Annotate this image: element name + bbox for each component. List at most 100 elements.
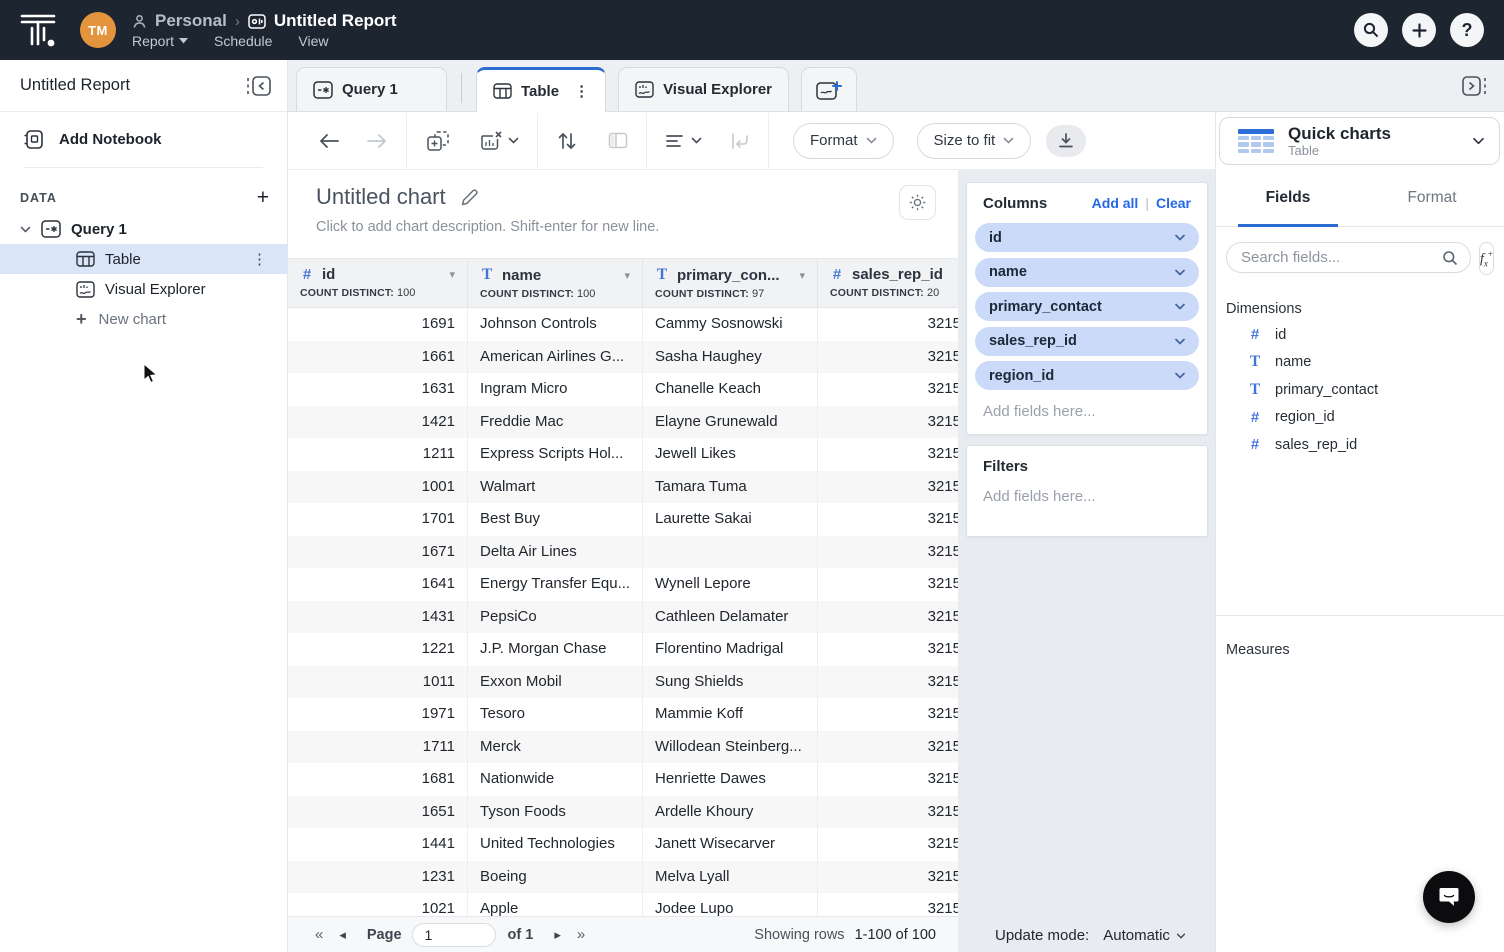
- gear-icon: [908, 193, 927, 212]
- column-pill-primary_contact[interactable]: primary_contact: [975, 292, 1199, 321]
- chart-settings-button[interactable]: [899, 185, 936, 220]
- sort-button[interactable]: [550, 125, 584, 157]
- table-row[interactable]: 1701Best BuyLaurette Sakai3215: [288, 503, 958, 536]
- edit-pencil-icon[interactable]: [460, 188, 479, 207]
- chart-title[interactable]: Untitled chart: [316, 184, 446, 210]
- table-row[interactable]: 1211Express Scripts Hol...Jewell Likes32…: [288, 438, 958, 471]
- download-button[interactable]: [1046, 125, 1086, 157]
- table-row[interactable]: 1681NationwideHenriette Dawes3215: [288, 763, 958, 796]
- table-row[interactable]: 1001WalmartTamara Tuma3215: [288, 471, 958, 504]
- redo-button[interactable]: [360, 127, 394, 155]
- page-number-input[interactable]: [412, 923, 496, 947]
- table-row[interactable]: 1231BoeingMelva Lyall3215: [288, 861, 958, 894]
- breadcrumb-workspace[interactable]: Personal: [155, 11, 227, 31]
- field-item-sales_rep_id[interactable]: #sales_rep_id: [1216, 431, 1504, 459]
- add-notebook-button[interactable]: Add Notebook: [0, 112, 287, 165]
- column-header-primary_con[interactable]: Tprimary_con...▾COUNT DISTINCT: 97: [643, 259, 818, 307]
- column-header-sales_rep_id[interactable]: #sales_rep_idCOUNT DISTINCT: 20: [818, 259, 958, 307]
- field-item-primary_contact[interactable]: Tprimary_contact: [1216, 376, 1504, 404]
- menu-view[interactable]: View: [298, 33, 328, 49]
- sidebar-item-table[interactable]: Table ⋮: [0, 244, 287, 274]
- undo-button[interactable]: [312, 127, 346, 155]
- quick-charts-selector[interactable]: Quick charts Table: [1219, 117, 1500, 165]
- filters-add-fields-placeholder[interactable]: Add fields here...: [975, 475, 1199, 513]
- tab-fields[interactable]: Fields: [1216, 170, 1360, 226]
- table-row[interactable]: 1671Delta Air Lines3215: [288, 536, 958, 569]
- column-pill-name[interactable]: name: [975, 258, 1199, 287]
- format-button[interactable]: Format: [793, 123, 894, 159]
- divider: [1216, 615, 1504, 616]
- update-mode-select[interactable]: Automatic: [1103, 927, 1186, 944]
- help-button[interactable]: ?: [1450, 13, 1484, 47]
- tab-menu-icon[interactable]: ⋮: [574, 82, 589, 100]
- add-all-link[interactable]: Add all: [1092, 195, 1139, 211]
- expand-panel-icon[interactable]: [1460, 74, 1490, 98]
- tab-format[interactable]: Format: [1360, 170, 1504, 226]
- menu-schedule[interactable]: Schedule: [214, 33, 272, 49]
- support-chat-button[interactable]: [1423, 871, 1475, 923]
- chevron-down-icon: [1176, 933, 1186, 939]
- column-menu-caret[interactable]: ▾: [624, 269, 630, 282]
- sidebar-item-visual-explorer[interactable]: Visual Explorer: [0, 274, 287, 304]
- table-row[interactable]: 1021AppleJodee Lupo3215: [288, 893, 958, 916]
- table-row[interactable]: 1971TesoroMammie Koff3215: [288, 698, 958, 731]
- column-pill-region_id[interactable]: region_id: [975, 361, 1199, 390]
- menu-report[interactable]: Report: [132, 33, 188, 49]
- column-pill-sales_rep_id[interactable]: sales_rep_id: [975, 327, 1199, 356]
- collapse-sidebar-icon[interactable]: [245, 74, 273, 98]
- table-row[interactable]: 1631Ingram MicroChanelle Keach3215: [288, 373, 958, 406]
- sidebar-item-query1[interactable]: Query 1: [0, 214, 287, 244]
- avatar[interactable]: TM: [80, 12, 116, 48]
- search-fields-box[interactable]: [1226, 242, 1471, 273]
- tab-visual-explorer[interactable]: Visual Explorer: [618, 67, 789, 111]
- remove-column-button[interactable]: [473, 124, 525, 158]
- previous-page-button[interactable]: ◂: [332, 927, 353, 943]
- field-item-name[interactable]: Tname: [1216, 349, 1504, 377]
- freeze-table-icon: [608, 132, 628, 149]
- freeze-column-button[interactable]: [602, 126, 634, 155]
- table-row[interactable]: 1441United TechnologiesJanett Wisecarver…: [288, 828, 958, 861]
- add-chart-tab-button[interactable]: [801, 67, 857, 111]
- app-logo-icon[interactable]: [18, 10, 58, 50]
- breadcrumb-report-title[interactable]: Untitled Report: [274, 11, 397, 31]
- add-formula-button[interactable]: fx+: [1479, 242, 1494, 275]
- tab-table[interactable]: Table ⋮: [476, 67, 606, 112]
- table-row[interactable]: 1651Tyson FoodsArdelle Khoury3215: [288, 796, 958, 829]
- table-icon: [76, 251, 95, 267]
- column-menu-caret[interactable]: ▾: [799, 269, 805, 282]
- search-button[interactable]: [1354, 13, 1388, 47]
- column-menu-caret[interactable]: ▾: [449, 268, 455, 281]
- add-column-button[interactable]: [419, 124, 457, 158]
- align-button[interactable]: [659, 127, 708, 155]
- field-item-region_id[interactable]: #region_id: [1216, 404, 1504, 432]
- last-page-button[interactable]: »: [568, 926, 594, 943]
- text-wrap-button[interactable]: [724, 126, 756, 156]
- columns-add-fields-placeholder[interactable]: Add fields here...: [975, 390, 1199, 428]
- field-item-id[interactable]: #id: [1216, 321, 1504, 349]
- add-data-button[interactable]: +: [257, 190, 269, 206]
- new-chart-button[interactable]: + New chart: [0, 304, 287, 334]
- clear-link[interactable]: Clear: [1156, 195, 1191, 211]
- column-header-name[interactable]: Tname▾COUNT DISTINCT: 100: [468, 259, 643, 307]
- next-page-button[interactable]: ▸: [547, 927, 568, 943]
- table-row[interactable]: 1011Exxon MobilSung Shields3215: [288, 666, 958, 699]
- table-row[interactable]: 1641Energy Transfer Equ...Wynell Lepore3…: [288, 568, 958, 601]
- table-cell: Ardelle Khoury: [643, 796, 818, 829]
- table-row[interactable]: 1431PepsiCoCathleen Delamater3215: [288, 601, 958, 634]
- search-fields-input[interactable]: [1239, 248, 1442, 267]
- column-pill-id[interactable]: id: [975, 223, 1199, 252]
- chart-description-placeholder[interactable]: Click to add chart description. Shift-en…: [316, 219, 958, 235]
- table-row[interactable]: 1661American Airlines G...Sasha Haughey3…: [288, 341, 958, 374]
- table-cell: Janett Wisecarver: [643, 828, 818, 861]
- table-row[interactable]: 1711MerckWillodean Steinberg...3215: [288, 731, 958, 764]
- add-button[interactable]: [1402, 13, 1436, 47]
- tab-query1[interactable]: Query 1: [296, 67, 447, 111]
- size-to-fit-button[interactable]: Size to fit: [917, 123, 1032, 159]
- table-row[interactable]: 1421Freddie MacElayne Grunewald3215: [288, 406, 958, 439]
- table-row[interactable]: 1221J.P. Morgan ChaseFlorentino Madrigal…: [288, 633, 958, 666]
- first-page-button[interactable]: «: [306, 926, 332, 943]
- item-menu-icon[interactable]: ⋮: [252, 250, 267, 268]
- columns-card: Columns Add all | Clear idnameprimary_co…: [966, 182, 1208, 435]
- table-row[interactable]: 1691Johnson ControlsCammy Sosnowski3215: [288, 308, 958, 341]
- column-header-id[interactable]: #id▾COUNT DISTINCT: 100: [288, 259, 468, 307]
